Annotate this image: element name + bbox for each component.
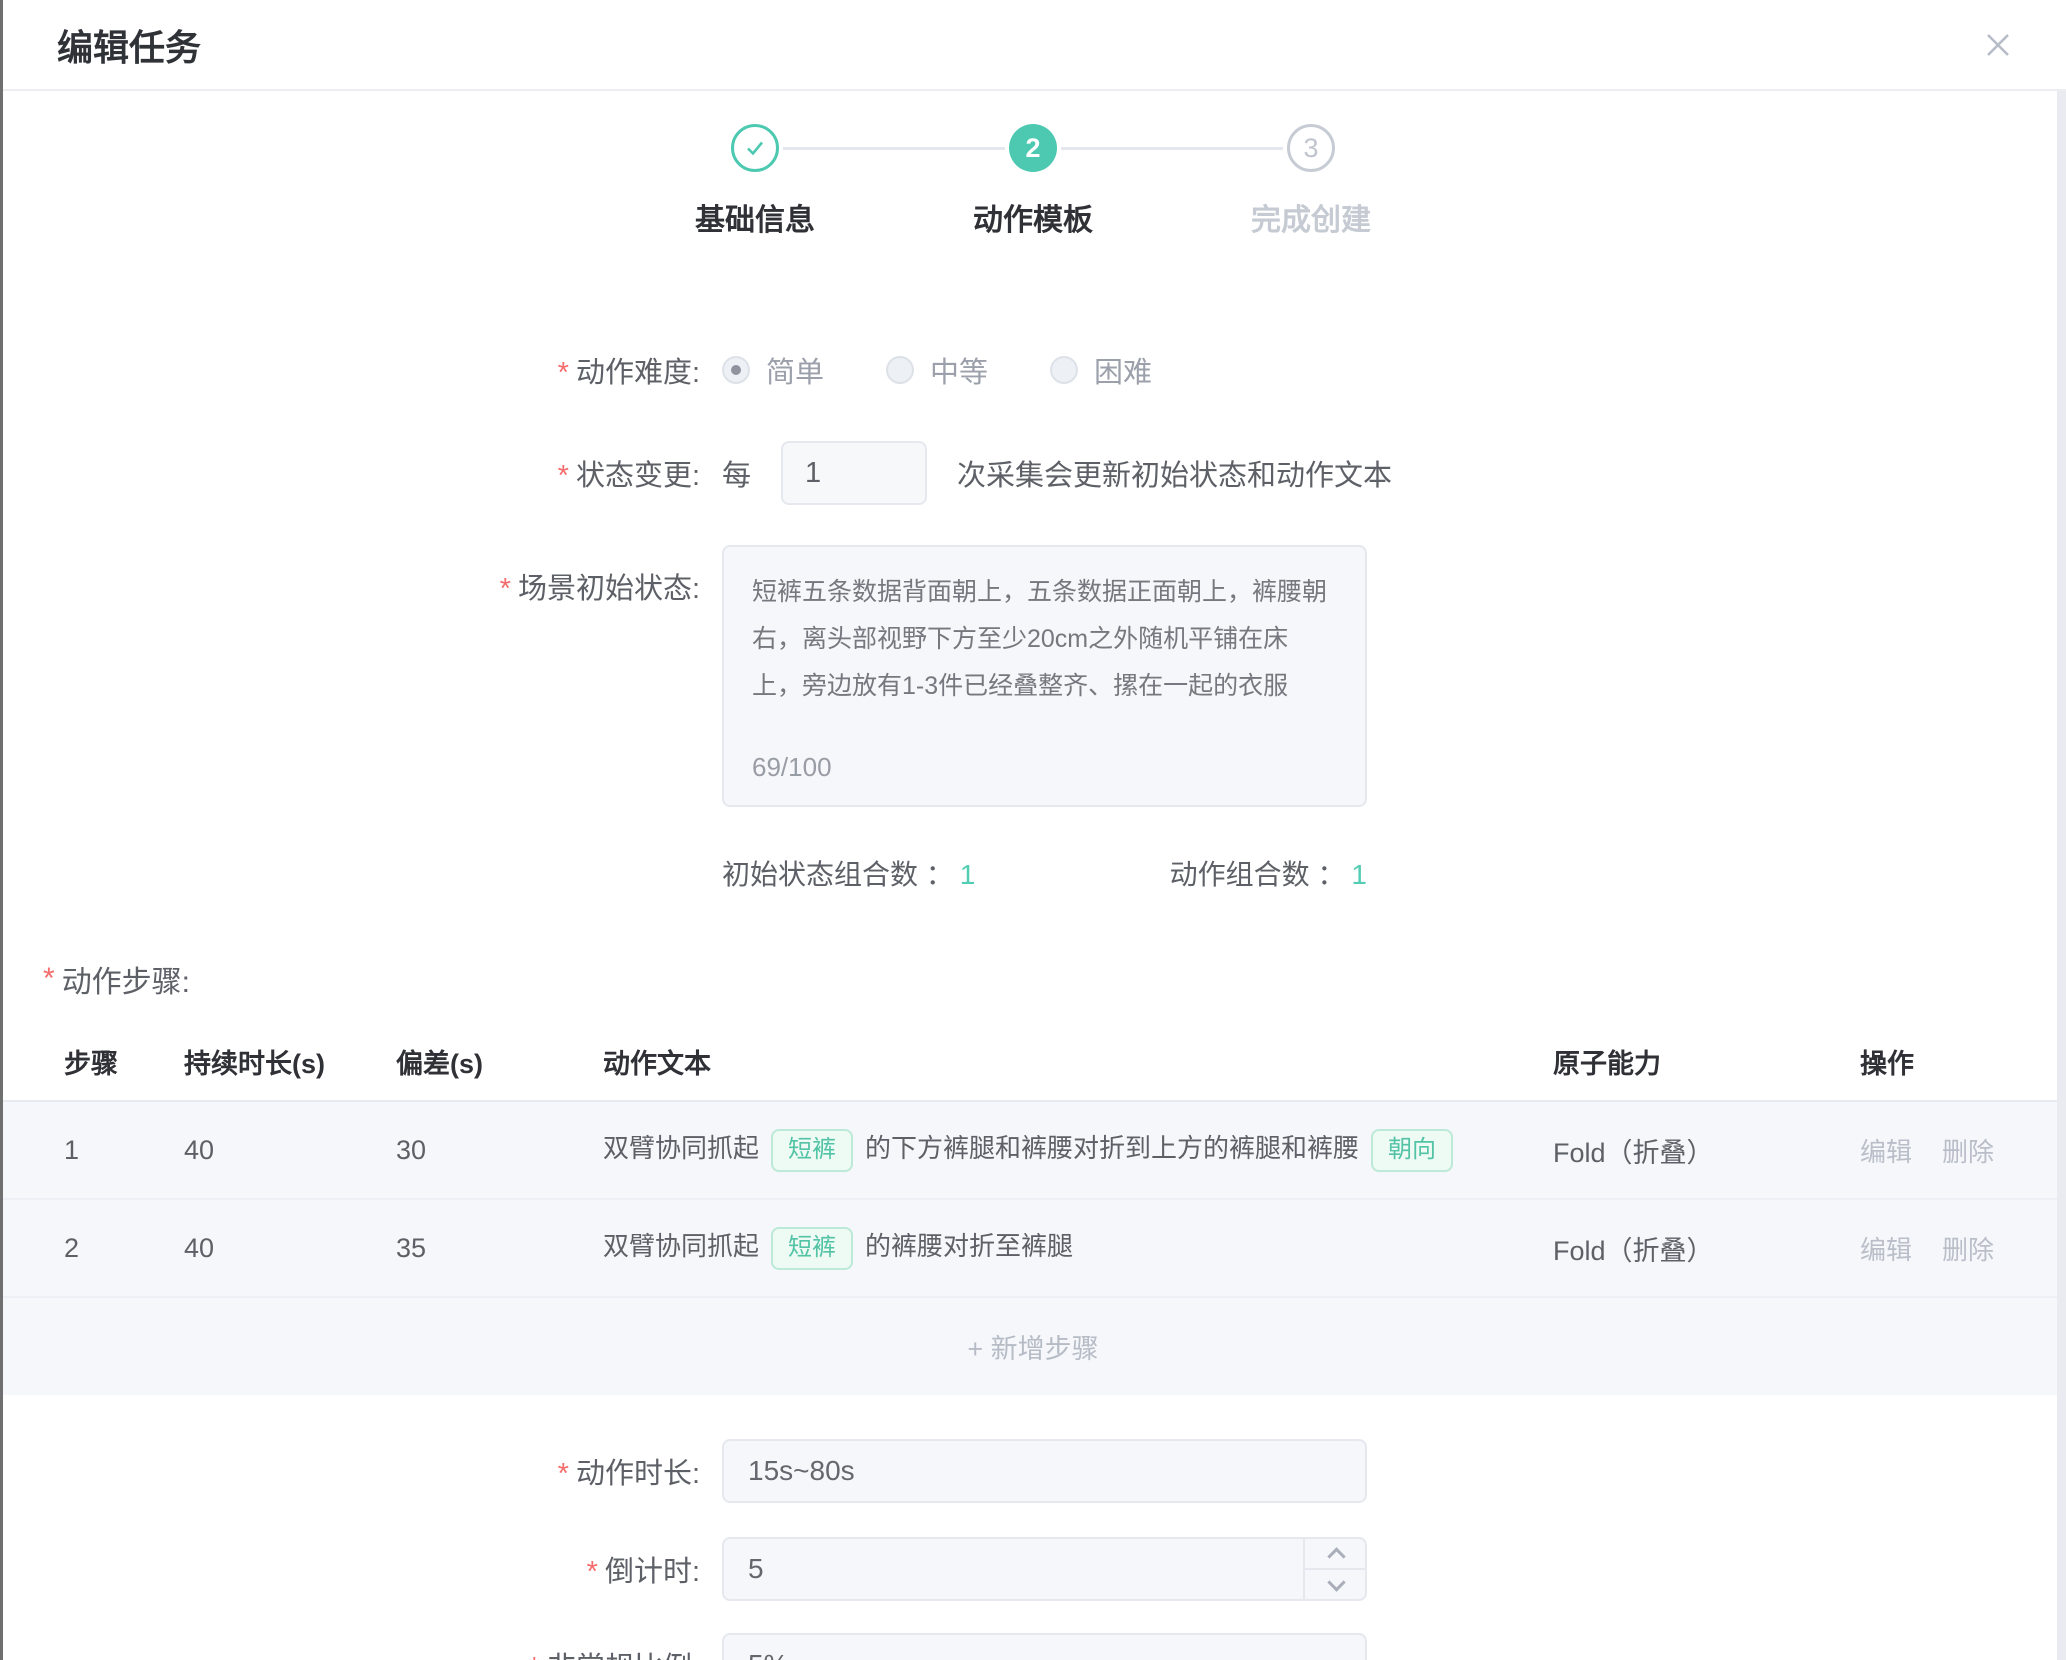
initial-state-text: 短裤五条数据背面朝上，五条数据正面朝上，裤腰朝右，离头部视野下方至少20cm之外… xyxy=(752,578,1327,700)
unusual-ratio-label: *非常规比例: xyxy=(0,1644,700,1660)
action-duration-input[interactable]: 15s~80s xyxy=(722,1439,1367,1503)
action-steps-table: 步骤 持续时长(s) 偏差(s) 动作文本 原子能力 操作 1 40 30 双臂… xyxy=(0,1023,2066,1395)
object-tag: 短裤 xyxy=(771,1129,853,1172)
chevron-down-icon xyxy=(1327,1573,1345,1591)
step-label: 基础信息 xyxy=(695,195,815,239)
initial-state-row: *场景初始状态: 短裤五条数据背面朝上，五条数据正面朝上，裤腰朝右，离头部视野下… xyxy=(0,545,2066,807)
countdown-label: *倒计时: xyxy=(0,1548,700,1590)
countdown-row: *倒计时: 5 xyxy=(0,1537,2066,1601)
action-duration-label: *动作时长: xyxy=(0,1450,700,1492)
char-counter: 69/100 xyxy=(752,744,832,791)
cell-atomic-ability: Fold（折叠） xyxy=(1553,1131,1860,1170)
radio-easy[interactable]: 简单 xyxy=(722,349,824,391)
combos-row: 初始状态组合数 ：1 动作组合数 ：1 xyxy=(0,853,2066,893)
col-deviation: 偏差(s) xyxy=(396,1042,603,1081)
cell-duration: 40 xyxy=(184,1233,396,1264)
table-row: 1 40 30 双臂协同抓起短裤的下方裤腿和裤腰对折到上方的裤腿和裤腰朝向 Fo… xyxy=(0,1102,2066,1200)
difficulty-radio-group: 简单 中等 困难 xyxy=(722,349,1214,391)
bottom-form: *动作时长: 15s~80s *倒计时: 5 *非常规比例: xyxy=(0,1439,2066,1660)
cell-atomic-ability: Fold（折叠） xyxy=(1553,1229,1860,1268)
required-marker: * xyxy=(500,573,511,605)
table-row: 2 40 35 双臂协同抓起短裤的裤腰对折至裤腿 Fold（折叠） 编辑删除 xyxy=(0,1200,2066,1298)
required-marker: * xyxy=(558,460,569,492)
edit-link[interactable]: 编辑 xyxy=(1860,1235,1912,1265)
delete-link[interactable]: 删除 xyxy=(1942,1137,1994,1167)
action-combo-count: 动作组合数 ：1 xyxy=(1170,853,1367,893)
wizard-steps: 基础信息 2 动作模板 3 完成创建 xyxy=(0,124,2066,239)
cell-action-text: 双臂协同抓起短裤的下方裤腿和裤腰对折到上方的裤腿和裤腰朝向 xyxy=(603,1128,1553,1172)
col-step: 步骤 xyxy=(64,1042,184,1081)
close-button[interactable] xyxy=(1976,23,2020,67)
close-icon xyxy=(1982,49,2014,64)
step-number: 2 xyxy=(1009,124,1057,172)
radio-hard[interactable]: 困难 xyxy=(1050,349,1152,391)
difficulty-row: *动作难度: 简单 中等 困难 xyxy=(0,349,2066,391)
state-change-label: *状态变更: xyxy=(0,452,700,494)
step-number: 3 xyxy=(1287,124,1335,172)
state-change-input[interactable]: 1 xyxy=(781,441,927,505)
edit-task-dialog: 编辑任务 基础信息 2 动作模板 3 完成创建 xyxy=(0,0,2066,1660)
col-action-text: 动作文本 xyxy=(603,1042,1553,1081)
unusual-ratio-select[interactable]: 5% xyxy=(722,1633,1367,1660)
required-marker: * xyxy=(529,1652,540,1660)
object-tag: 短裤 xyxy=(771,1227,853,1270)
action-combo-value: 1 xyxy=(1351,859,1367,890)
step-label: 动作模板 xyxy=(973,195,1093,239)
action-steps-section-label: * 动作步骤: xyxy=(43,957,2066,1001)
col-duration: 持续时长(s) xyxy=(184,1042,396,1081)
orientation-tag: 朝向 xyxy=(1371,1129,1453,1172)
step-basic-info: 基础信息 xyxy=(616,124,894,239)
initial-combo-value: 1 xyxy=(960,859,976,890)
cell-action-text: 双臂协同抓起短裤的裤腰对折至裤腿 xyxy=(603,1226,1553,1270)
dialog-title: 编辑任务 xyxy=(57,19,201,71)
cell-duration: 40 xyxy=(184,1135,396,1166)
add-step-button[interactable]: + 新增步骤 xyxy=(0,1298,2066,1395)
number-spinner xyxy=(1303,1537,1367,1601)
radio-unchecked-icon xyxy=(886,356,914,384)
cell-deviation: 30 xyxy=(396,1135,603,1166)
edit-link[interactable]: 编辑 xyxy=(1860,1137,1912,1167)
chevron-up-icon xyxy=(1327,1547,1345,1565)
cell-step: 1 xyxy=(64,1135,184,1166)
step-label: 完成创建 xyxy=(1251,195,1371,239)
dialog-scrollbar-track[interactable] xyxy=(2057,91,2066,1660)
col-operations: 操作 xyxy=(1860,1042,2066,1081)
radio-unchecked-icon xyxy=(1050,356,1078,384)
table-header-row: 步骤 持续时长(s) 偏差(s) 动作文本 原子能力 操作 xyxy=(0,1023,2066,1102)
difficulty-label: *动作难度: xyxy=(0,349,700,391)
initial-state-label: *场景初始状态: xyxy=(0,545,700,607)
initial-combo-count: 初始状态组合数 ：1 xyxy=(722,853,975,893)
state-change-suffix: 次采集会更新初始状态和动作文本 xyxy=(957,452,1392,494)
required-marker: * xyxy=(558,357,569,389)
template-form: *动作难度: 简单 中等 困难 *状态变更: 每 1 xyxy=(0,349,2066,893)
countdown-input[interactable]: 5 xyxy=(722,1537,1367,1601)
select-chevron-down-icon xyxy=(1318,1652,1341,1660)
required-marker: * xyxy=(558,1458,569,1490)
radio-checked-icon xyxy=(722,356,750,384)
required-marker: * xyxy=(587,1556,598,1588)
state-change-prefix: 每 xyxy=(722,452,751,494)
page-background-edge xyxy=(0,0,3,1660)
cell-operations: 编辑删除 xyxy=(1860,1230,2066,1267)
col-atomic-ability: 原子能力 xyxy=(1553,1042,1860,1081)
delete-link[interactable]: 删除 xyxy=(1942,1235,1994,1265)
state-change-row: *状态变更: 每 1 次采集会更新初始状态和动作文本 xyxy=(0,441,2066,505)
step-complete-creation: 3 完成创建 xyxy=(1172,124,1450,239)
dialog-header: 编辑任务 xyxy=(0,0,2066,91)
step-action-template: 2 动作模板 xyxy=(894,124,1172,239)
unusual-ratio-row: *非常规比例: 5% xyxy=(0,1633,2066,1660)
initial-state-textarea[interactable]: 短裤五条数据背面朝上，五条数据正面朝上，裤腰朝右，离头部视野下方至少20cm之外… xyxy=(722,545,1367,807)
radio-medium[interactable]: 中等 xyxy=(886,349,988,391)
increment-button[interactable] xyxy=(1305,1537,1367,1570)
step-check-icon xyxy=(731,124,779,172)
cell-step: 2 xyxy=(64,1233,184,1264)
cell-operations: 编辑删除 xyxy=(1860,1132,2066,1169)
required-marker: * xyxy=(43,962,55,996)
cell-deviation: 35 xyxy=(396,1233,603,1264)
decrement-button[interactable] xyxy=(1305,1570,1367,1601)
action-duration-row: *动作时长: 15s~80s xyxy=(0,1439,2066,1503)
